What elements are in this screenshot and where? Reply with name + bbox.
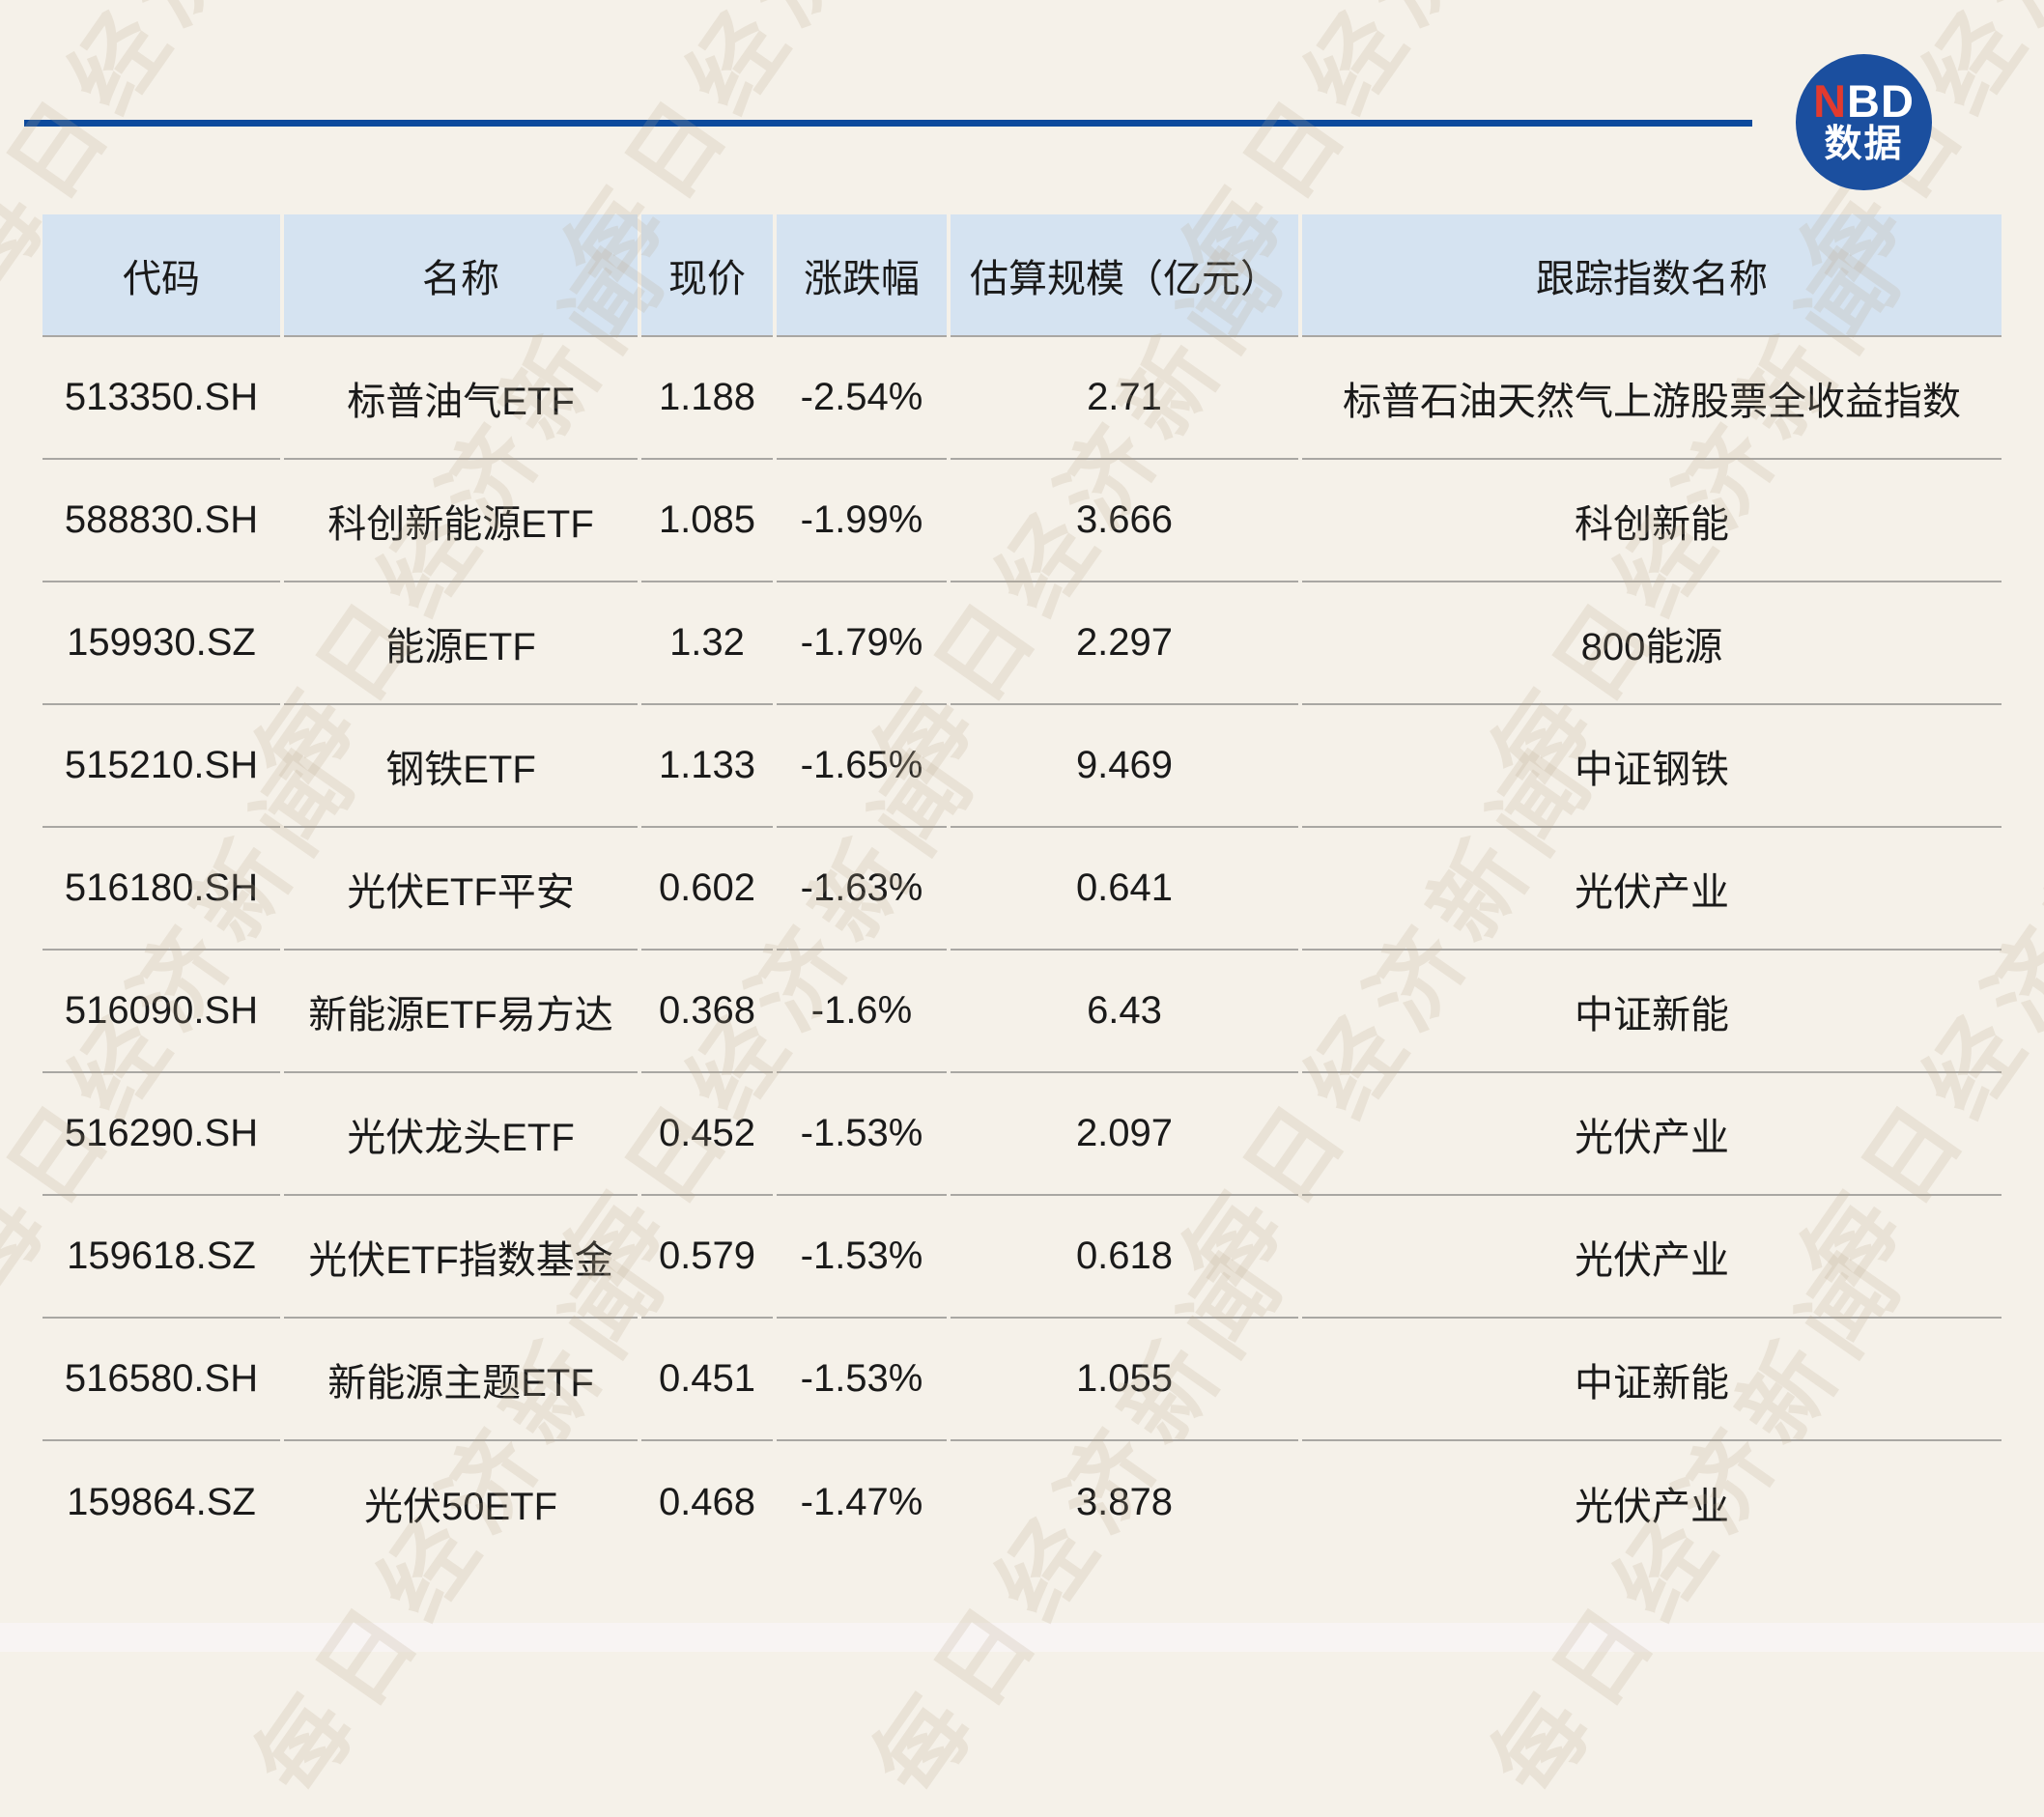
header-divider-line bbox=[24, 120, 1752, 127]
table-row: 516180.SH光伏ETF平安0.602-1.63%0.641光伏产业 bbox=[43, 828, 2001, 951]
col-header-name: 名称 bbox=[284, 214, 638, 337]
table-cell-change: -1.63% bbox=[777, 828, 947, 951]
table-row: 516090.SH新能源ETF易方达0.368-1.6%6.43中证新能 bbox=[43, 951, 2001, 1073]
table-row: 159618.SZ光伏ETF指数基金0.579-1.53%0.618光伏产业 bbox=[43, 1196, 2001, 1319]
table-cell-name: 光伏龙头ETF bbox=[284, 1073, 638, 1196]
table-cell-index: 光伏产业 bbox=[1302, 828, 2001, 951]
etf-infographic: NBD 数据 代码 名称 现价 涨跌幅 估算规模（亿元） 跟踪指数名称 5133… bbox=[0, 0, 2044, 1652]
table-cell-scale: 2.297 bbox=[951, 582, 1298, 705]
table-cell-code: 516090.SH bbox=[43, 951, 280, 1073]
table-cell-price: 0.368 bbox=[641, 951, 773, 1073]
col-header-code: 代码 bbox=[43, 214, 280, 337]
table-row: 515210.SH钢铁ETF1.133-1.65%9.469中证钢铁 bbox=[43, 705, 2001, 828]
table-cell-scale: 3.666 bbox=[951, 460, 1298, 582]
table-cell-change: -1.99% bbox=[777, 460, 947, 582]
table-cell-scale: 3.878 bbox=[951, 1441, 1298, 1564]
table-cell-change: -1.53% bbox=[777, 1319, 947, 1441]
table-cell-index: 800能源 bbox=[1302, 582, 2001, 705]
table-cell-index: 中证钢铁 bbox=[1302, 705, 2001, 828]
table-cell-name: 新能源主题ETF bbox=[284, 1319, 638, 1441]
table-row: 159930.SZ能源ETF1.32-1.79%2.297800能源 bbox=[43, 582, 2001, 705]
bottom-strip bbox=[0, 1623, 2044, 1652]
table-cell-price: 1.188 bbox=[641, 337, 773, 460]
table-cell-code: 513350.SH bbox=[43, 337, 280, 460]
table-cell-change: -1.6% bbox=[777, 951, 947, 1073]
table-cell-index: 中证新能 bbox=[1302, 951, 2001, 1073]
nbd-logo-letter-n: N bbox=[1813, 75, 1847, 127]
table-cell-change: -1.47% bbox=[777, 1441, 947, 1564]
table-header-row: 代码 名称 现价 涨跌幅 估算规模（亿元） 跟踪指数名称 bbox=[43, 214, 2001, 337]
nbd-logo: NBD 数据 bbox=[1796, 54, 1932, 190]
table-cell-name: 钢铁ETF bbox=[284, 705, 638, 828]
table-row: 513350.SH标普油气ETF1.188-2.54%2.71标普石油天然气上游… bbox=[43, 337, 2001, 460]
col-header-scale: 估算规模（亿元） bbox=[951, 214, 1298, 337]
nbd-logo-letters-bd: BD bbox=[1847, 75, 1915, 127]
etf-table: 代码 名称 现价 涨跌幅 估算规模（亿元） 跟踪指数名称 513350.SH标普… bbox=[39, 214, 2005, 1564]
table-cell-scale: 1.055 bbox=[951, 1319, 1298, 1441]
table-row: 159864.SZ光伏50ETF0.468-1.47%3.878光伏产业 bbox=[43, 1441, 2001, 1564]
table-cell-code: 516580.SH bbox=[43, 1319, 280, 1441]
table-cell-code: 159930.SZ bbox=[43, 582, 280, 705]
nbd-logo-subtext: 数据 bbox=[1824, 124, 1903, 167]
table-cell-name: 科创新能源ETF bbox=[284, 460, 638, 582]
table-cell-code: 515210.SH bbox=[43, 705, 280, 828]
table-cell-name: 光伏ETF指数基金 bbox=[284, 1196, 638, 1319]
table-cell-index: 光伏产业 bbox=[1302, 1196, 2001, 1319]
table-cell-name: 标普油气ETF bbox=[284, 337, 638, 460]
table-cell-scale: 9.469 bbox=[951, 705, 1298, 828]
table-row: 516290.SH光伏龙头ETF0.452-1.53%2.097光伏产业 bbox=[43, 1073, 2001, 1196]
table-cell-price: 0.468 bbox=[641, 1441, 773, 1564]
col-header-change: 涨跌幅 bbox=[777, 214, 947, 337]
table-cell-price: 1.085 bbox=[641, 460, 773, 582]
table-cell-change: -1.53% bbox=[777, 1073, 947, 1196]
col-header-index: 跟踪指数名称 bbox=[1302, 214, 2001, 337]
table-body: 513350.SH标普油气ETF1.188-2.54%2.71标普石油天然气上游… bbox=[43, 337, 2001, 1564]
table-cell-scale: 2.097 bbox=[951, 1073, 1298, 1196]
table-cell-price: 1.133 bbox=[641, 705, 773, 828]
table-cell-price: 0.579 bbox=[641, 1196, 773, 1319]
table-cell-scale: 6.43 bbox=[951, 951, 1298, 1073]
table-cell-price: 0.451 bbox=[641, 1319, 773, 1441]
table-cell-index: 标普石油天然气上游股票全收益指数 bbox=[1302, 337, 2001, 460]
table-cell-scale: 0.618 bbox=[951, 1196, 1298, 1319]
table-cell-code: 588830.SH bbox=[43, 460, 280, 582]
table-cell-name: 光伏ETF平安 bbox=[284, 828, 638, 951]
table-cell-change: -1.53% bbox=[777, 1196, 947, 1319]
table-cell-change: -1.65% bbox=[777, 705, 947, 828]
table-cell-name: 能源ETF bbox=[284, 582, 638, 705]
table-cell-price: 1.32 bbox=[641, 582, 773, 705]
table-cell-change: -2.54% bbox=[777, 337, 947, 460]
table-cell-code: 159618.SZ bbox=[43, 1196, 280, 1319]
nbd-logo-text: NBD bbox=[1813, 78, 1915, 124]
table-row: 516580.SH新能源主题ETF0.451-1.53%1.055中证新能 bbox=[43, 1319, 2001, 1441]
table-cell-price: 0.452 bbox=[641, 1073, 773, 1196]
table-cell-index: 科创新能 bbox=[1302, 460, 2001, 582]
table-cell-change: -1.79% bbox=[777, 582, 947, 705]
table-cell-name: 新能源ETF易方达 bbox=[284, 951, 638, 1073]
table-cell-code: 516290.SH bbox=[43, 1073, 280, 1196]
table-cell-index: 光伏产业 bbox=[1302, 1073, 2001, 1196]
table-row: 588830.SH科创新能源ETF1.085-1.99%3.666科创新能 bbox=[43, 460, 2001, 582]
table-cell-scale: 0.641 bbox=[951, 828, 1298, 951]
table-cell-index: 光伏产业 bbox=[1302, 1441, 2001, 1564]
table-cell-index: 中证新能 bbox=[1302, 1319, 2001, 1441]
table-cell-price: 0.602 bbox=[641, 828, 773, 951]
table-cell-code: 516180.SH bbox=[43, 828, 280, 951]
table-cell-code: 159864.SZ bbox=[43, 1441, 280, 1564]
col-header-price: 现价 bbox=[641, 214, 773, 337]
table-cell-name: 光伏50ETF bbox=[284, 1441, 638, 1564]
table-cell-scale: 2.71 bbox=[951, 337, 1298, 460]
